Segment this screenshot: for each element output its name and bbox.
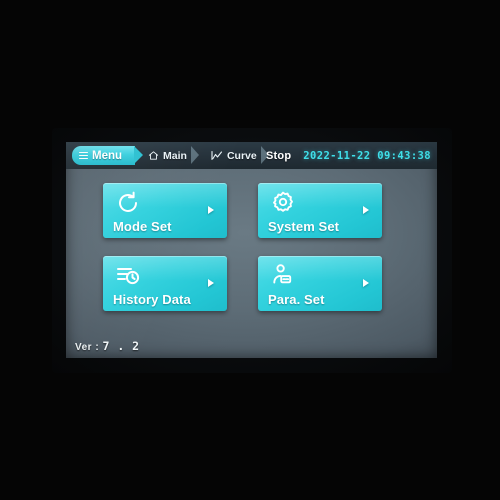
top-status-bar: Menu Main Curve Stop 2022-11-22 09:43:38: [66, 142, 437, 169]
hmi-screen: Menu Main Curve Stop 2022-11-22 09:43:38…: [66, 142, 437, 358]
version-prefix: Ver :: [75, 342, 100, 353]
menu-button[interactable]: Menu: [72, 146, 144, 165]
chevron-right-icon: [208, 206, 214, 214]
breadcrumb-curve-label: Curve: [226, 149, 257, 162]
version-label: Ver : 7 . 2: [75, 339, 140, 353]
tile-para-set-label: Para. Set: [268, 292, 325, 307]
gear-icon: [271, 190, 295, 214]
chevron-right-icon: [363, 279, 369, 287]
history-log-icon: [116, 263, 140, 287]
datetime-display: 2022-11-22 09:43:38: [303, 149, 431, 162]
home-icon: [148, 150, 159, 161]
hamburger-icon: [79, 151, 88, 160]
chevron-right-icon: [363, 206, 369, 214]
tile-system-set-label: System Set: [268, 219, 340, 234]
chevron-right-icon: [208, 279, 214, 287]
tile-mode-set-label: Mode Set: [113, 219, 172, 234]
device-photo: Menu Main Curve Stop 2022-11-22 09:43:38…: [0, 0, 500, 500]
tile-system-set[interactable]: System Set: [258, 183, 382, 238]
tile-mode-set[interactable]: Mode Set: [103, 183, 227, 238]
rotate-ccw-icon: [116, 190, 140, 214]
tile-para-set[interactable]: Para. Set: [258, 256, 382, 311]
breadcrumb-main[interactable]: Main: [135, 146, 199, 165]
line-chart-icon: [211, 150, 223, 161]
version-number: 7 . 2: [102, 339, 140, 353]
breadcrumb-curve[interactable]: Curve: [198, 146, 269, 165]
main-menu-grid: Mode Set System Set History Data Para. S…: [103, 183, 399, 311]
run-status: Stop: [266, 149, 292, 162]
tile-history-data[interactable]: History Data: [103, 256, 227, 311]
breadcrumb-main-label: Main: [163, 149, 187, 162]
user-card-icon: [271, 263, 295, 287]
tile-history-data-label: History Data: [113, 292, 191, 307]
menu-button-label: Menu: [92, 149, 123, 162]
